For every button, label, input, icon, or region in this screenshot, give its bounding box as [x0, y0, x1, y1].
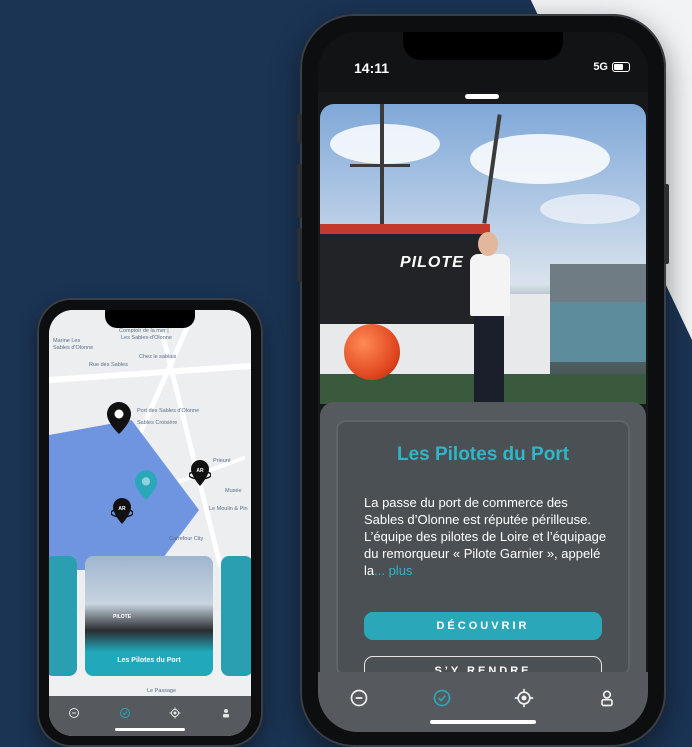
- notch: [403, 32, 563, 60]
- svg-text:AR: AR: [118, 506, 126, 512]
- poi-card-inner: Les Pilotes du Port La passe du port de …: [336, 420, 630, 686]
- svg-text:AR: AR: [196, 468, 204, 474]
- locate-icon: [515, 688, 534, 708]
- sheet-grabber[interactable]: [465, 94, 499, 99]
- profile-icon[interactable]: [220, 707, 232, 719]
- map-screen: Comptoir de la mer | Les Sables-d'Olonne…: [49, 310, 251, 736]
- poi-photo: PILOTE: [320, 104, 646, 404]
- locate-icon[interactable]: [169, 707, 181, 719]
- map-label: Musée: [225, 488, 242, 494]
- poi-detail-screen: 14:11 5G PILOTE Les Pilotes du Port La p…: [318, 32, 648, 732]
- boat-label: PILOTE: [400, 254, 464, 271]
- notch: [105, 310, 195, 328]
- tab-visited[interactable]: [430, 686, 454, 710]
- map-label: Carrefour City: [169, 536, 204, 542]
- map-label: Prieuré: [213, 458, 231, 464]
- map-label: Chez le sablais: [139, 354, 177, 360]
- profile-icon: [600, 690, 613, 707]
- map-label: Le Moulin & Pin: [209, 506, 248, 512]
- home-indicator: [430, 720, 536, 724]
- home-indicator: [115, 728, 185, 731]
- check-icon: [433, 689, 451, 707]
- poi-title: Les Pilotes du Port: [396, 444, 570, 465]
- check-icon[interactable]: [119, 707, 131, 719]
- map-icon[interactable]: [68, 707, 80, 719]
- map-label: Sables Croisière: [137, 420, 178, 426]
- carousel-card[interactable]: [221, 556, 251, 676]
- carousel-card[interactable]: [49, 556, 77, 676]
- boat-label: PILOTE: [113, 614, 132, 620]
- map-icon: [350, 689, 368, 707]
- map-label: Sables d'Olonne: [53, 345, 94, 351]
- phone-small: Comptoir de la mer | Les Sables-d'Olonne…: [37, 298, 263, 747]
- poi-description: La passe du port de commerce des Sables …: [364, 494, 610, 579]
- status-time: 14:11: [354, 60, 390, 76]
- tab-profile[interactable]: [595, 686, 619, 710]
- map-label: Port des Sables d'Olonne: [137, 408, 200, 414]
- poi-card: Les Pilotes du Port La passe du port de …: [320, 402, 646, 686]
- discover-button[interactable]: DÉCOUVRIR: [364, 612, 602, 640]
- poi-carousel[interactable]: PILOTE Les Pilotes du Port: [49, 556, 251, 676]
- map-label: Comptoir de la mer |: [119, 328, 169, 334]
- map-label: Marine Les: [53, 338, 81, 344]
- map-label: Le Passage: [147, 688, 177, 694]
- carousel-card-active[interactable]: PILOTE Les Pilotes du Port: [85, 556, 213, 676]
- map-pin-icon[interactable]: [107, 402, 131, 434]
- read-more-link[interactable]: ... plus: [374, 563, 412, 578]
- map-label: Les Sables-d'Olonne: [121, 335, 172, 341]
- tab-map[interactable]: [347, 686, 371, 710]
- phone-large: 14:11 5G PILOTE Les Pilotes du Port La p…: [297, 14, 669, 747]
- battery-icon: [612, 62, 630, 72]
- harbor-water: [49, 420, 199, 570]
- map-pin-selected-icon[interactable]: [135, 470, 157, 500]
- network-indicator: 5G: [593, 61, 608, 73]
- carousel-card-title: Les Pilotes du Port: [117, 657, 181, 664]
- map-label: Rue des Sables: [89, 362, 128, 368]
- tab-locate[interactable]: [512, 686, 536, 710]
- ar-pin-icon[interactable]: AR: [111, 498, 133, 524]
- ar-pin-icon[interactable]: AR: [189, 460, 211, 486]
